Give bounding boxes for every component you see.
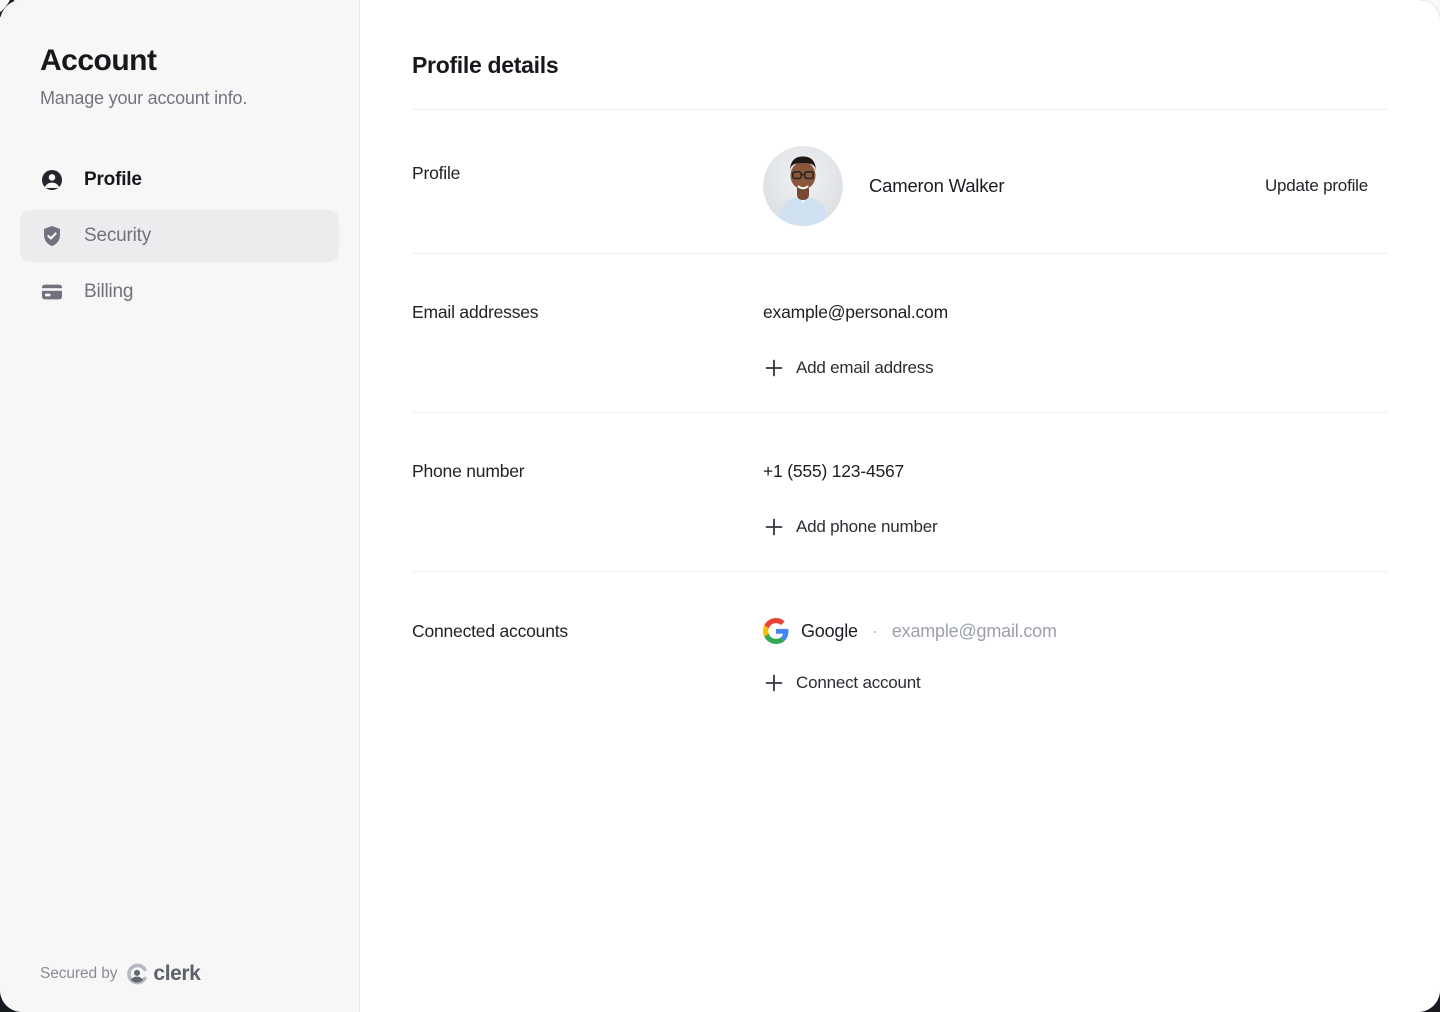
phone-section-label: Phone number: [412, 461, 763, 537]
profile-details-panel: Profile details Profile: [360, 0, 1440, 1012]
google-icon: [763, 618, 789, 644]
plus-icon: [765, 674, 783, 692]
sidebar-item-label: Billing: [84, 281, 133, 303]
page-subtitle: Manage your account info.: [40, 88, 319, 109]
add-email-label: Add email address: [796, 358, 933, 378]
sidebar-item-security[interactable]: Security: [20, 210, 339, 262]
add-email-button[interactable]: Add email address: [763, 358, 933, 378]
profile-section-label: Profile: [412, 146, 763, 226]
plus-icon: [765, 359, 783, 377]
avatar: [763, 146, 843, 226]
connected-section-label: Connected accounts: [412, 617, 763, 693]
user-circle-icon: [40, 168, 64, 192]
page-title: Account: [40, 44, 319, 78]
avatar-image: [763, 146, 843, 226]
clerk-brand-link[interactable]: clerk: [126, 962, 200, 986]
profile-name: Cameron Walker: [869, 175, 1004, 197]
sidebar-item-billing[interactable]: Billing: [20, 266, 339, 318]
email-section-label: Email addresses: [412, 302, 763, 378]
account-modal: Account Manage your account info. Profil…: [0, 0, 1440, 1012]
sidebar-item-label: Security: [84, 225, 151, 247]
email-section: Email addresses example@personal.com Add…: [412, 254, 1388, 413]
shield-check-icon: [40, 224, 64, 248]
connected-account-email: example@gmail.com: [892, 621, 1057, 642]
sidebar-item-label: Profile: [84, 169, 142, 191]
credit-card-icon: [40, 280, 64, 304]
clerk-wordmark: clerk: [153, 962, 200, 986]
secured-by-label: Secured by: [40, 965, 117, 983]
sidebar: Account Manage your account info. Profil…: [0, 0, 360, 1012]
sidebar-nav: Profile Security Billing: [0, 154, 359, 318]
connect-account-label: Connect account: [796, 673, 921, 693]
sidebar-item-profile[interactable]: Profile: [20, 154, 339, 206]
profile-section: Profile: [412, 110, 1388, 254]
dot-separator: ·: [872, 621, 878, 642]
email-value: example@personal.com: [763, 302, 1388, 322]
provider-name: Google: [801, 621, 858, 642]
clerk-logo-icon: [126, 963, 148, 985]
panel-title: Profile details: [412, 0, 1388, 110]
secured-by-footer: Secured by clerk: [40, 962, 200, 986]
phone-value: +1 (555) 123-4567: [763, 461, 1388, 481]
connected-account-row: Google · example@gmail.com: [763, 617, 1388, 645]
update-profile-button[interactable]: Update profile: [1245, 168, 1388, 204]
connected-accounts-section: Connected accounts Google · example@gmai…: [412, 572, 1388, 733]
add-phone-label: Add phone number: [796, 517, 937, 537]
add-phone-button[interactable]: Add phone number: [763, 517, 937, 537]
connect-account-button[interactable]: Connect account: [763, 673, 921, 693]
phone-section: Phone number +1 (555) 123-4567 Add phone…: [412, 413, 1388, 572]
plus-icon: [765, 518, 783, 536]
